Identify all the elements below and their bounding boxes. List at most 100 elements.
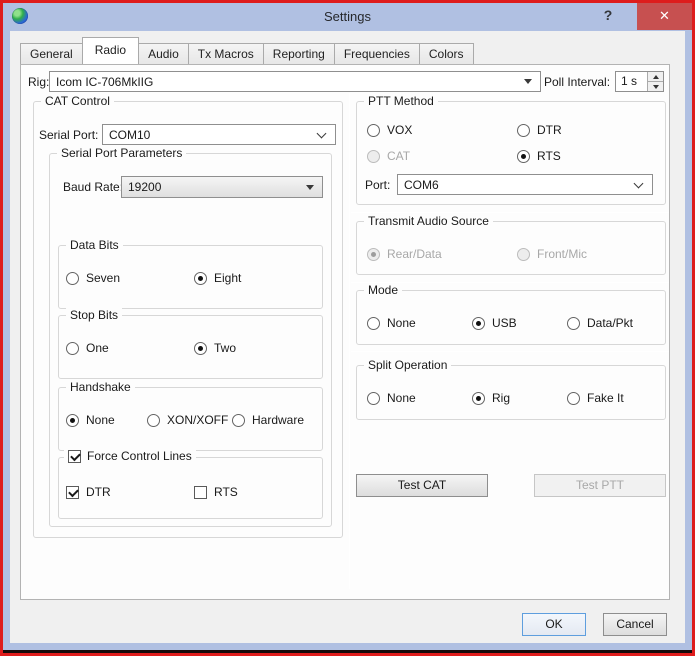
radio-label: Two xyxy=(214,341,236,355)
spin-up-button[interactable] xyxy=(648,72,663,81)
radio-mode-data-pkt[interactable]: Data/Pkt xyxy=(567,315,633,331)
radio-icon xyxy=(147,414,160,427)
checkbox-checked-icon[interactable] xyxy=(68,450,81,463)
radio-disabled-icon xyxy=(517,248,530,261)
radio-stop-bits-two[interactable]: Two xyxy=(194,340,236,356)
radio-mode-none[interactable]: None xyxy=(367,315,416,331)
radio-ptt-vox[interactable]: VOX xyxy=(367,122,412,138)
settings-dialog: General Radio Audio Tx Macros Reporting … xyxy=(10,31,685,643)
transmit-audio-source-group: Transmit Audio Source Rear/Data Front/Mi… xyxy=(356,221,666,275)
serial-port-label: Serial Port: xyxy=(39,128,98,142)
radio-label: Hardware xyxy=(252,413,304,427)
radio-label: Eight xyxy=(214,271,241,285)
transmit-audio-source-title: Transmit Audio Source xyxy=(364,214,493,228)
force-control-lines-group: Force Control Lines DTR RTS xyxy=(58,457,323,519)
radio-ptt-rts[interactable]: RTS xyxy=(517,148,561,164)
close-icon: ✕ xyxy=(659,8,670,23)
radio-label: VOX xyxy=(387,123,412,137)
radio-checked-icon xyxy=(194,342,207,355)
screenshot-red-border: Settings ? ✕ General Radio Audio Tx Macr… xyxy=(0,0,695,656)
radio-stop-bits-one[interactable]: One xyxy=(66,340,109,356)
ok-button[interactable]: OK xyxy=(522,613,586,636)
tab-radio[interactable]: Radio xyxy=(82,37,139,64)
force-control-lines-header[interactable]: Force Control Lines xyxy=(64,449,196,463)
cancel-button[interactable]: Cancel xyxy=(603,613,667,636)
checkbox-dtr[interactable]: DTR xyxy=(66,484,111,500)
force-control-lines-label: Force Control Lines xyxy=(87,449,192,463)
radio-icon xyxy=(367,124,380,137)
radio-data-bits-seven[interactable]: Seven xyxy=(66,270,120,286)
data-bits-group: Data Bits Seven Eight xyxy=(58,245,323,309)
radio-mode-usb[interactable]: USB xyxy=(472,315,517,331)
checkbox-rts[interactable]: RTS xyxy=(194,484,238,500)
radio-icon xyxy=(567,317,580,330)
data-bits-title: Data Bits xyxy=(66,238,123,252)
radio-icon xyxy=(367,392,380,405)
chevron-down-icon xyxy=(634,178,644,188)
radio-ptt-dtr[interactable]: DTR xyxy=(517,122,562,138)
tab-tx-macros[interactable]: Tx Macros xyxy=(188,43,264,64)
split-operation-title: Split Operation xyxy=(364,358,451,372)
radio-tab-panel: Rig: Icom IC-706MkIIG Poll Interval: 1 s xyxy=(20,64,670,600)
poll-interval-label: Poll Interval: xyxy=(544,75,610,89)
radio-icon xyxy=(66,342,79,355)
spin-down-button[interactable] xyxy=(648,81,663,91)
radio-ptt-cat: CAT xyxy=(367,148,410,164)
help-button[interactable]: ? xyxy=(596,7,620,27)
mode-group: Mode None USB Data/Pkt xyxy=(356,290,666,345)
radio-checked-icon xyxy=(472,392,485,405)
section-divider xyxy=(351,212,669,213)
radio-rear-data: Rear/Data xyxy=(367,246,442,262)
radio-data-bits-eight[interactable]: Eight xyxy=(194,270,241,286)
checkbox-label: RTS xyxy=(214,485,238,499)
split-operation-group: Split Operation None Rig Fake It xyxy=(356,365,666,420)
test-ptt-button: Test PTT xyxy=(534,474,666,497)
settings-window: Settings ? ✕ General Radio Audio Tx Macr… xyxy=(3,3,692,650)
tab-reporting[interactable]: Reporting xyxy=(263,43,335,64)
radio-label: Rig xyxy=(492,391,510,405)
radio-split-fake-it[interactable]: Fake It xyxy=(567,390,624,406)
tab-general[interactable]: General xyxy=(20,43,83,64)
poll-interval-value: 1 s xyxy=(616,72,647,91)
close-button[interactable]: ✕ xyxy=(637,3,692,30)
radio-checked-icon xyxy=(517,150,530,163)
radio-handshake-xonxoff[interactable]: XON/XOFF xyxy=(147,412,228,428)
radio-checked-icon xyxy=(66,414,79,427)
radio-label: Front/Mic xyxy=(537,247,587,261)
poll-interval-spinner[interactable]: 1 s xyxy=(615,71,664,92)
radio-checked-icon xyxy=(472,317,485,330)
radio-label: One xyxy=(86,341,109,355)
radio-disabled-checked-icon xyxy=(367,248,380,261)
tab-frequencies[interactable]: Frequencies xyxy=(334,43,420,64)
radio-label: Fake It xyxy=(587,391,624,405)
serial-port-combo[interactable]: COM10 xyxy=(102,124,336,145)
radio-handshake-none[interactable]: None xyxy=(66,412,115,428)
test-cat-button[interactable]: Test CAT xyxy=(356,474,488,497)
baud-rate-label: Baud Rate: xyxy=(63,180,123,194)
window-title: Settings xyxy=(3,9,692,24)
radio-label: Rear/Data xyxy=(387,247,442,261)
serial-port-value: COM10 xyxy=(109,128,318,142)
chevron-down-icon xyxy=(306,185,314,190)
desktop-strip xyxy=(3,650,692,653)
rig-combo[interactable]: Icom IC-706MkIIG xyxy=(49,71,541,92)
titlebar[interactable]: Settings ? ✕ xyxy=(3,3,692,31)
ptt-port-combo[interactable]: COM6 xyxy=(397,174,653,195)
baud-rate-combo[interactable]: 19200 xyxy=(121,176,323,198)
stop-bits-title: Stop Bits xyxy=(66,308,122,322)
column-divider xyxy=(349,93,350,589)
chevron-down-icon xyxy=(317,128,327,138)
radio-split-none[interactable]: None xyxy=(367,390,416,406)
radio-label: None xyxy=(387,316,416,330)
radio-handshake-hardware[interactable]: Hardware xyxy=(232,412,304,428)
radio-label: XON/XOFF xyxy=(167,413,228,427)
radio-split-rig[interactable]: Rig xyxy=(472,390,510,406)
ptt-method-group: PTT Method VOX DTR CAT xyxy=(356,101,666,205)
radio-icon xyxy=(232,414,245,427)
rig-label: Rig: xyxy=(28,75,49,89)
radio-icon xyxy=(517,124,530,137)
tab-colors[interactable]: Colors xyxy=(419,43,474,64)
radio-label: None xyxy=(387,391,416,405)
tab-audio[interactable]: Audio xyxy=(138,43,189,64)
checkbox-label: DTR xyxy=(86,485,111,499)
